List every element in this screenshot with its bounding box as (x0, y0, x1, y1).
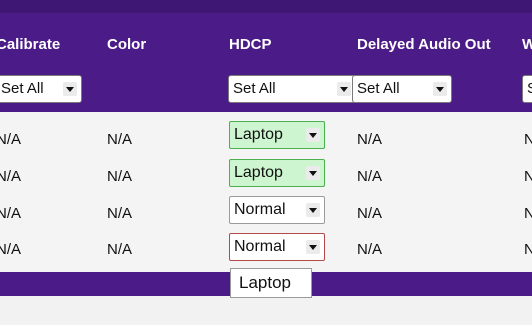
cell-calibrate: N/A (0, 205, 22, 222)
set-all-delayed-audio-value: Set All (357, 80, 400, 97)
cell-color: N/A (107, 131, 133, 148)
set-all-next-value: S (527, 80, 532, 97)
set-all-calibrate-value: Set All (1, 80, 44, 97)
cell-delayed-audio: N/A (357, 131, 383, 148)
cell-next: N (524, 205, 532, 222)
set-all-next-select[interactable]: S (522, 75, 532, 103)
cell-color: N/A (107, 168, 133, 185)
cell-calibrate: N/A (0, 241, 22, 258)
hdcp-select-value: Normal (234, 201, 286, 218)
chevron-down-icon (63, 82, 77, 96)
cell-delayed-audio: N/A (357, 205, 383, 222)
column-header-next: W (522, 36, 532, 53)
hdcp-select[interactable]: Laptop (229, 159, 325, 187)
cell-color: N/A (107, 205, 133, 222)
chevron-down-icon (433, 82, 447, 96)
hdcp-select[interactable]: Normal (229, 196, 325, 224)
chevron-down-icon (306, 128, 320, 142)
column-header-delayed-audio-out: Delayed Audio Out (357, 36, 491, 53)
cell-delayed-audio: N/A (357, 168, 383, 185)
top-band (0, 0, 532, 13)
cell-next: N (524, 168, 532, 185)
set-all-delayed-audio-select[interactable]: Set All (352, 75, 452, 103)
chevron-down-icon (306, 166, 320, 180)
cell-calibrate: N/A (0, 131, 22, 148)
column-header-calibrate: Calibrate (0, 36, 61, 53)
column-header-hdcp: HDCP (229, 36, 272, 53)
hdcp-select-value: Laptop (234, 164, 283, 181)
chevron-down-icon (337, 82, 351, 96)
hdcp-select-value: Normal (234, 238, 286, 255)
cell-calibrate: N/A (0, 168, 22, 185)
table-body: N/A N/A Laptop N/A N N/A N/A Laptop N/A … (0, 112, 532, 272)
chevron-down-icon (306, 240, 320, 254)
column-header-color: Color (107, 36, 147, 53)
hdcp-select-open[interactable]: Normal (229, 233, 325, 261)
hdcp-select-value: Laptop (234, 126, 283, 143)
set-all-hdcp-value: Set All (233, 80, 276, 97)
set-all-calibrate-select[interactable]: Set All (0, 75, 82, 103)
set-all-hdcp-select[interactable]: Set All (228, 75, 356, 103)
hdcp-dropdown-option-laptop[interactable]: Laptop (230, 268, 312, 298)
cell-delayed-audio: N/A (357, 241, 383, 258)
hdcp-select[interactable]: Laptop (229, 121, 325, 149)
cell-next: N (524, 131, 532, 148)
chevron-down-icon (306, 203, 320, 217)
cell-next: N (524, 241, 532, 258)
cell-color: N/A (107, 241, 133, 258)
